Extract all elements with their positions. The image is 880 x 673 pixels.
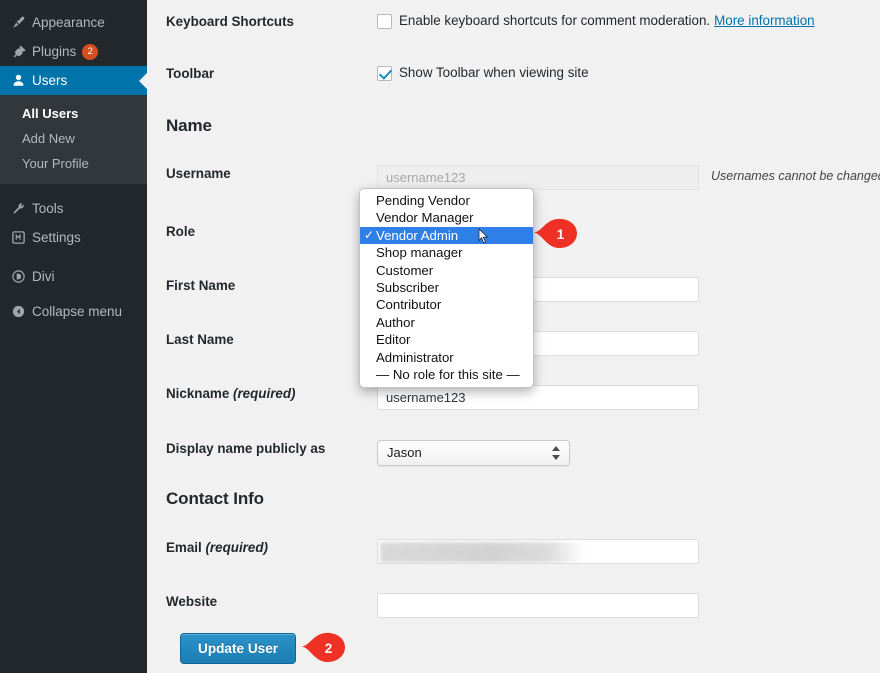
- role-option[interactable]: Subscriber: [360, 279, 533, 296]
- display-name-select[interactable]: Jason: [377, 440, 570, 466]
- email-label-text: Email: [166, 540, 202, 555]
- email-label: Email (required): [166, 539, 361, 557]
- update-user-button[interactable]: Update User: [180, 633, 297, 664]
- name-section-heading: Name: [166, 116, 212, 135]
- sidebar-item-label: Users: [32, 73, 68, 88]
- sidebar-item-plugins[interactable]: Plugins 2: [0, 37, 147, 66]
- appearance-icon: [11, 14, 32, 32]
- nickname-input[interactable]: username123: [377, 385, 699, 410]
- username-label: Username: [166, 166, 231, 181]
- website-label: Website: [166, 594, 218, 609]
- admin-sidebar: Appearance Plugins 2 Users All Users Add…: [0, 0, 147, 673]
- toolbar-label: Toolbar: [166, 66, 215, 81]
- collapse-icon: [11, 303, 32, 321]
- users-submenu: All Users Add New Your Profile: [0, 95, 147, 184]
- sidebar-item-label: Divi: [32, 269, 55, 284]
- menu-separator: [0, 252, 147, 262]
- role-option[interactable]: Shop manager: [360, 244, 533, 261]
- email-input[interactable]: [377, 539, 699, 564]
- role-option[interactable]: Contributor: [360, 296, 533, 313]
- sidebar-item-settings[interactable]: Settings: [0, 223, 147, 252]
- nickname-required-text: (required): [233, 386, 296, 401]
- nickname-label-text: Nickname: [166, 386, 230, 401]
- sidebar-item-label: Tools: [32, 201, 64, 216]
- active-arrow-indicator: [139, 72, 147, 89]
- mouse-cursor-icon: [478, 227, 489, 244]
- role-option[interactable]: Customer: [360, 262, 533, 279]
- role-dropdown-menu[interactable]: Pending Vendor Vendor Manager ✓ Vendor A…: [359, 188, 534, 389]
- users-icon: [11, 72, 32, 90]
- contact-info-heading: Contact Info: [166, 489, 264, 508]
- sidebar-item-your-profile[interactable]: Your Profile: [0, 151, 147, 176]
- stepper-arrows-icon: [552, 445, 561, 461]
- update-user-label: Update User: [198, 641, 279, 656]
- username-input: username123: [377, 165, 699, 190]
- sidebar-item-label: Appearance: [32, 15, 105, 30]
- role-option-label: Vendor Admin: [376, 227, 459, 243]
- callout-number: 2: [324, 640, 333, 656]
- display-name-value: Jason: [387, 445, 422, 460]
- wordpress-admin-screen: Appearance Plugins 2 Users All Users Add…: [0, 0, 880, 673]
- sidebar-item-tools[interactable]: Tools: [0, 194, 147, 223]
- nickname-label: Nickname (required): [166, 385, 361, 403]
- display-name-label: Display name publicly as: [166, 441, 326, 456]
- website-input[interactable]: [377, 593, 699, 618]
- keyboard-shortcuts-checkbox[interactable]: [377, 14, 392, 29]
- tools-icon: [11, 200, 32, 218]
- sidebar-item-label: Settings: [32, 230, 81, 245]
- sidebar-item-add-new[interactable]: Add New: [0, 126, 147, 151]
- last-name-label: Last Name: [166, 332, 234, 347]
- sidebar-item-all-users[interactable]: All Users: [0, 101, 147, 126]
- email-redacted-overlay: [380, 542, 585, 563]
- role-option[interactable]: — No role for this site —: [360, 366, 533, 383]
- divi-icon: [11, 268, 32, 286]
- callout-number: 1: [556, 226, 565, 242]
- sidebar-item-label: Plugins: [32, 44, 77, 59]
- first-name-label: First Name: [166, 278, 236, 293]
- email-required-text: (required): [205, 540, 268, 555]
- role-option[interactable]: Author: [360, 314, 533, 331]
- keyboard-shortcuts-label: Keyboard Shortcuts: [166, 14, 294, 29]
- role-option[interactable]: Editor: [360, 331, 533, 348]
- sidebar-item-users[interactable]: Users: [0, 66, 147, 95]
- sidebar-item-label: Collapse menu: [32, 304, 123, 319]
- more-information-link[interactable]: More information: [714, 13, 814, 28]
- sidebar-item-appearance[interactable]: Appearance: [0, 8, 147, 37]
- role-option[interactable]: Vendor Manager: [360, 209, 533, 226]
- checkmark-icon: ✓: [364, 227, 375, 242]
- toolbar-checkbox[interactable]: [377, 66, 392, 81]
- callout-marker-1: 1: [533, 217, 579, 251]
- keyboard-shortcuts-text: Enable keyboard shortcuts for comment mo…: [399, 13, 711, 28]
- callout-marker-2: 2: [301, 631, 347, 665]
- plugins-update-badge: 2: [82, 43, 99, 60]
- settings-icon: [11, 229, 32, 247]
- sidebar-item-collapse-menu[interactable]: Collapse menu: [0, 297, 147, 326]
- toolbar-text: Show Toolbar when viewing site: [399, 65, 589, 80]
- role-label: Role: [166, 224, 196, 239]
- role-option[interactable]: Administrator: [360, 349, 533, 366]
- role-option-selected[interactable]: ✓ Vendor Admin: [360, 226, 533, 245]
- menu-separator: [0, 184, 147, 194]
- sidebar-item-divi[interactable]: Divi: [0, 262, 147, 291]
- role-option[interactable]: Pending Vendor: [360, 192, 533, 209]
- plugins-icon: [11, 43, 32, 61]
- username-hint: Usernames cannot be changed.: [711, 169, 880, 183]
